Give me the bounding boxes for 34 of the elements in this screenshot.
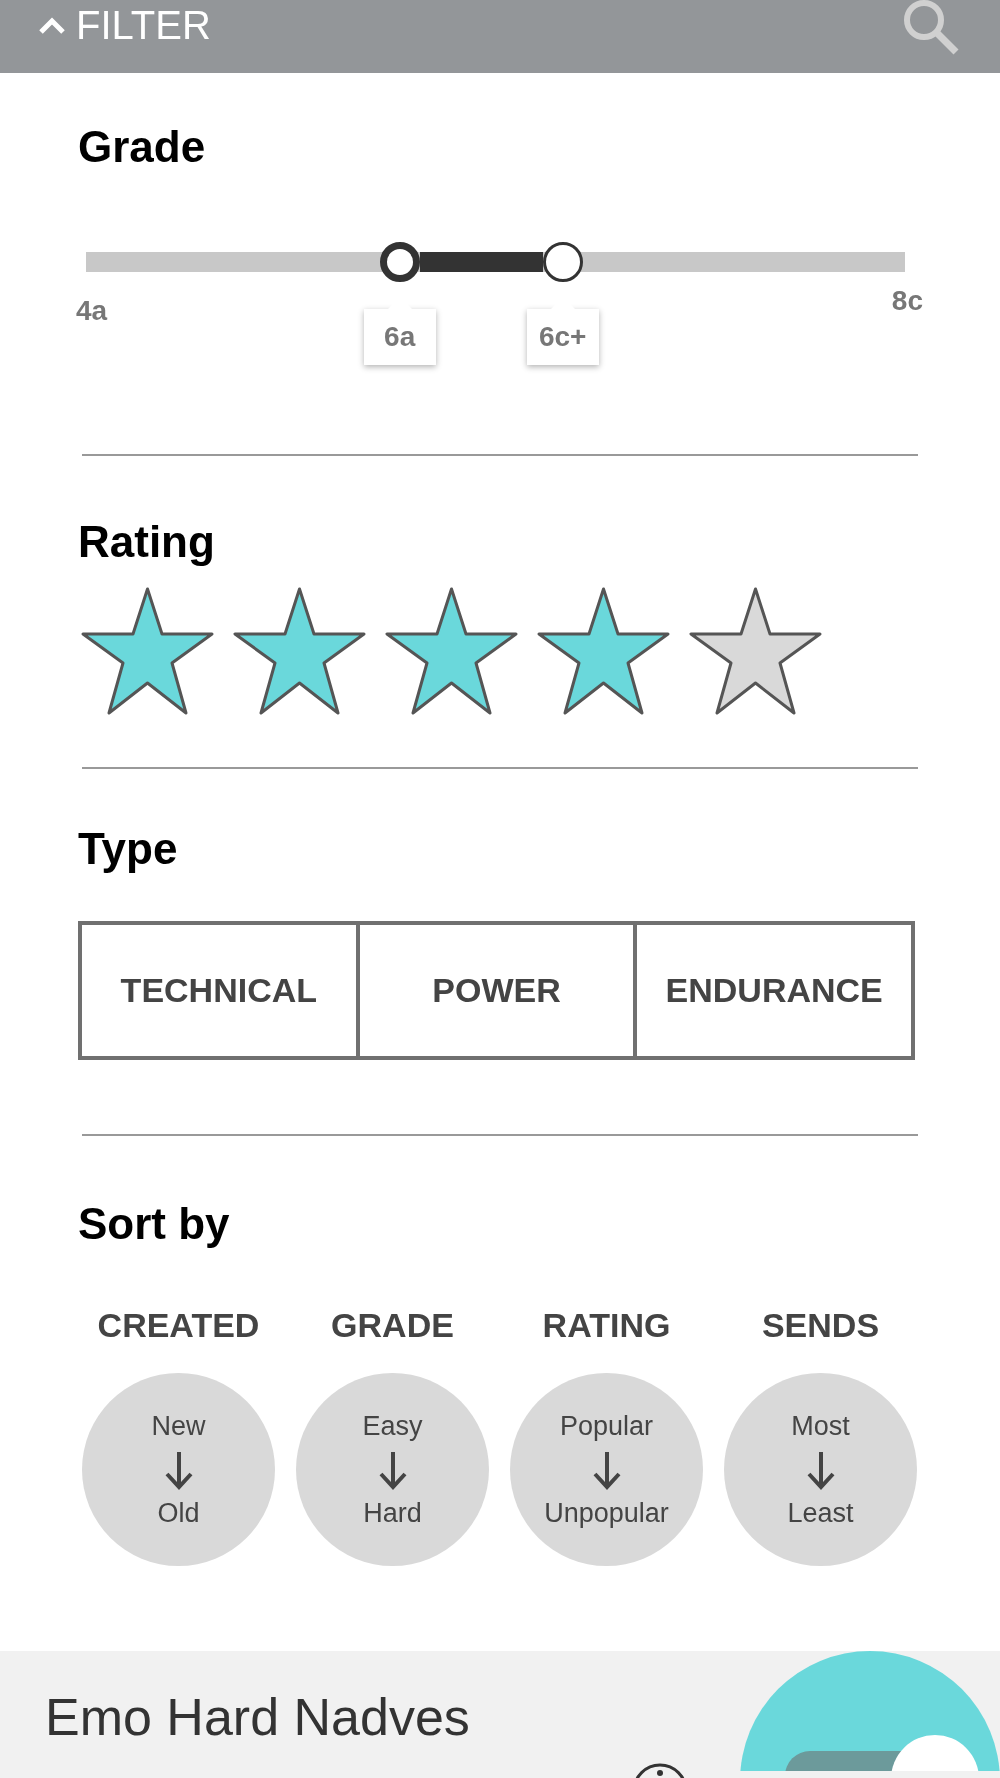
sort-label: SENDS	[761, 1308, 880, 1342]
min-label: 4a	[76, 294, 108, 328]
route-card[interactable]: Emo Hard Nadves	[0, 1651, 1000, 1778]
section-title: Rating	[78, 520, 216, 564]
value-tooltip: 6c+	[526, 309, 599, 365]
filled-star-icon[interactable]	[80, 586, 215, 717]
sort-order-button[interactable]: Easy Hard	[296, 1373, 489, 1566]
toggle-fab-drawing[interactable]	[740, 1651, 1000, 1771]
sort-label: GRADE	[331, 1308, 454, 1342]
sort-order-button[interactable]: Popular Unpopular	[510, 1373, 703, 1566]
down-arrow-icon	[805, 1449, 836, 1490]
down-arrow-icon	[377, 1449, 408, 1490]
filled-star-icon[interactable]	[384, 586, 519, 717]
empty-star-icon[interactable]	[688, 586, 823, 717]
sort-order-button[interactable]: New Old	[82, 1373, 275, 1566]
chevron-up-icon	[38, 15, 66, 34]
down-arrow-icon	[591, 1449, 622, 1490]
sort-label: CREATED	[97, 1308, 260, 1342]
type-option[interactable]: TECHNICAL	[82, 925, 356, 1056]
section-title: Grade	[78, 125, 207, 169]
slider-thumb[interactable]	[379, 242, 420, 282]
sort-order-button[interactable]: Most Least	[724, 1373, 917, 1566]
section-title: Type	[78, 827, 179, 871]
down-arrow-icon	[163, 1449, 194, 1490]
type-option[interactable]: POWER	[355, 925, 634, 1056]
section-title: Sort by	[78, 1202, 231, 1246]
filled-star-icon[interactable]	[232, 586, 367, 717]
value-tooltip: 6a	[363, 309, 436, 365]
type-option[interactable]: ENDURANCE	[633, 925, 911, 1056]
max-label: 8c	[891, 284, 923, 318]
route-name: Emo Hard Nadves	[45, 1691, 470, 1743]
sort-label: RATING	[542, 1308, 671, 1342]
filled-star-icon[interactable]	[536, 586, 671, 717]
slider-thumb[interactable]	[542, 242, 583, 282]
